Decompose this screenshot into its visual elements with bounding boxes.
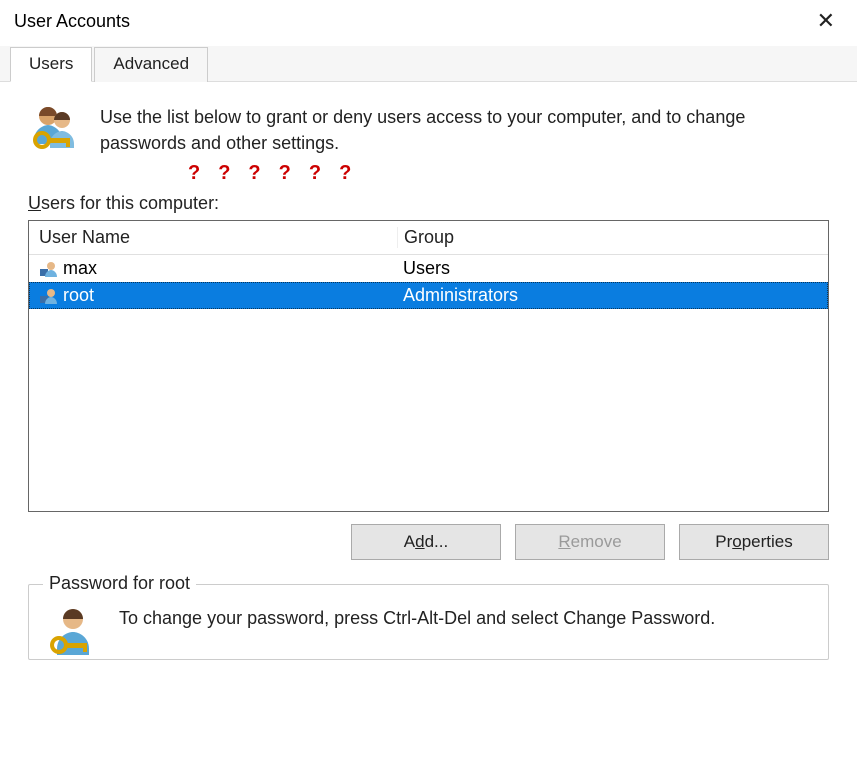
tab-content: Use the list below to grant or deny user… <box>0 82 857 660</box>
user-name: root <box>63 285 94 306</box>
password-groupbox-label: Password for root <box>43 573 196 594</box>
user-key-icon <box>45 603 101 659</box>
user-row[interactable]: max Users <box>29 255 828 282</box>
titlebar: User Accounts ✕ <box>0 0 857 46</box>
user-icon <box>39 260 57 278</box>
question-marks-annotation: ?????? <box>28 162 829 185</box>
user-row[interactable]: root Administrators <box>29 282 828 309</box>
user-group-cell: Administrators <box>397 285 828 306</box>
user-group-cell: Users <box>397 258 828 279</box>
user-name-cell: max <box>29 258 397 279</box>
users-listbox[interactable]: User Name Group max Users root Administrato… <box>28 220 829 512</box>
users-key-icon <box>28 102 84 154</box>
listbox-header: User Name Group <box>29 221 828 255</box>
user-name: max <box>63 258 97 279</box>
button-row: Add... Remove Properties <box>28 524 829 560</box>
window-title: User Accounts <box>14 11 130 32</box>
add-button[interactable]: Add... <box>351 524 501 560</box>
user-name-cell: root <box>29 285 397 306</box>
intro-text: Use the list below to grant or deny user… <box>100 102 829 156</box>
tab-users[interactable]: Users <box>10 47 92 82</box>
intro-section: Use the list below to grant or deny user… <box>28 102 829 156</box>
remove-button: Remove <box>515 524 665 560</box>
user-icon <box>39 287 57 305</box>
users-list-label: Users for this computer: <box>28 193 829 214</box>
password-instruction-text: To change your password, press Ctrl-Alt-… <box>119 603 715 631</box>
column-header-group[interactable]: Group <box>397 227 828 248</box>
column-header-username[interactable]: User Name <box>29 227 397 248</box>
password-groupbox: Password for root To change your passwor… <box>28 584 829 660</box>
close-button[interactable]: ✕ <box>809 8 843 34</box>
tab-advanced[interactable]: Advanced <box>94 47 208 82</box>
properties-button[interactable]: Properties <box>679 524 829 560</box>
tab-strip: Users Advanced <box>0 46 857 82</box>
